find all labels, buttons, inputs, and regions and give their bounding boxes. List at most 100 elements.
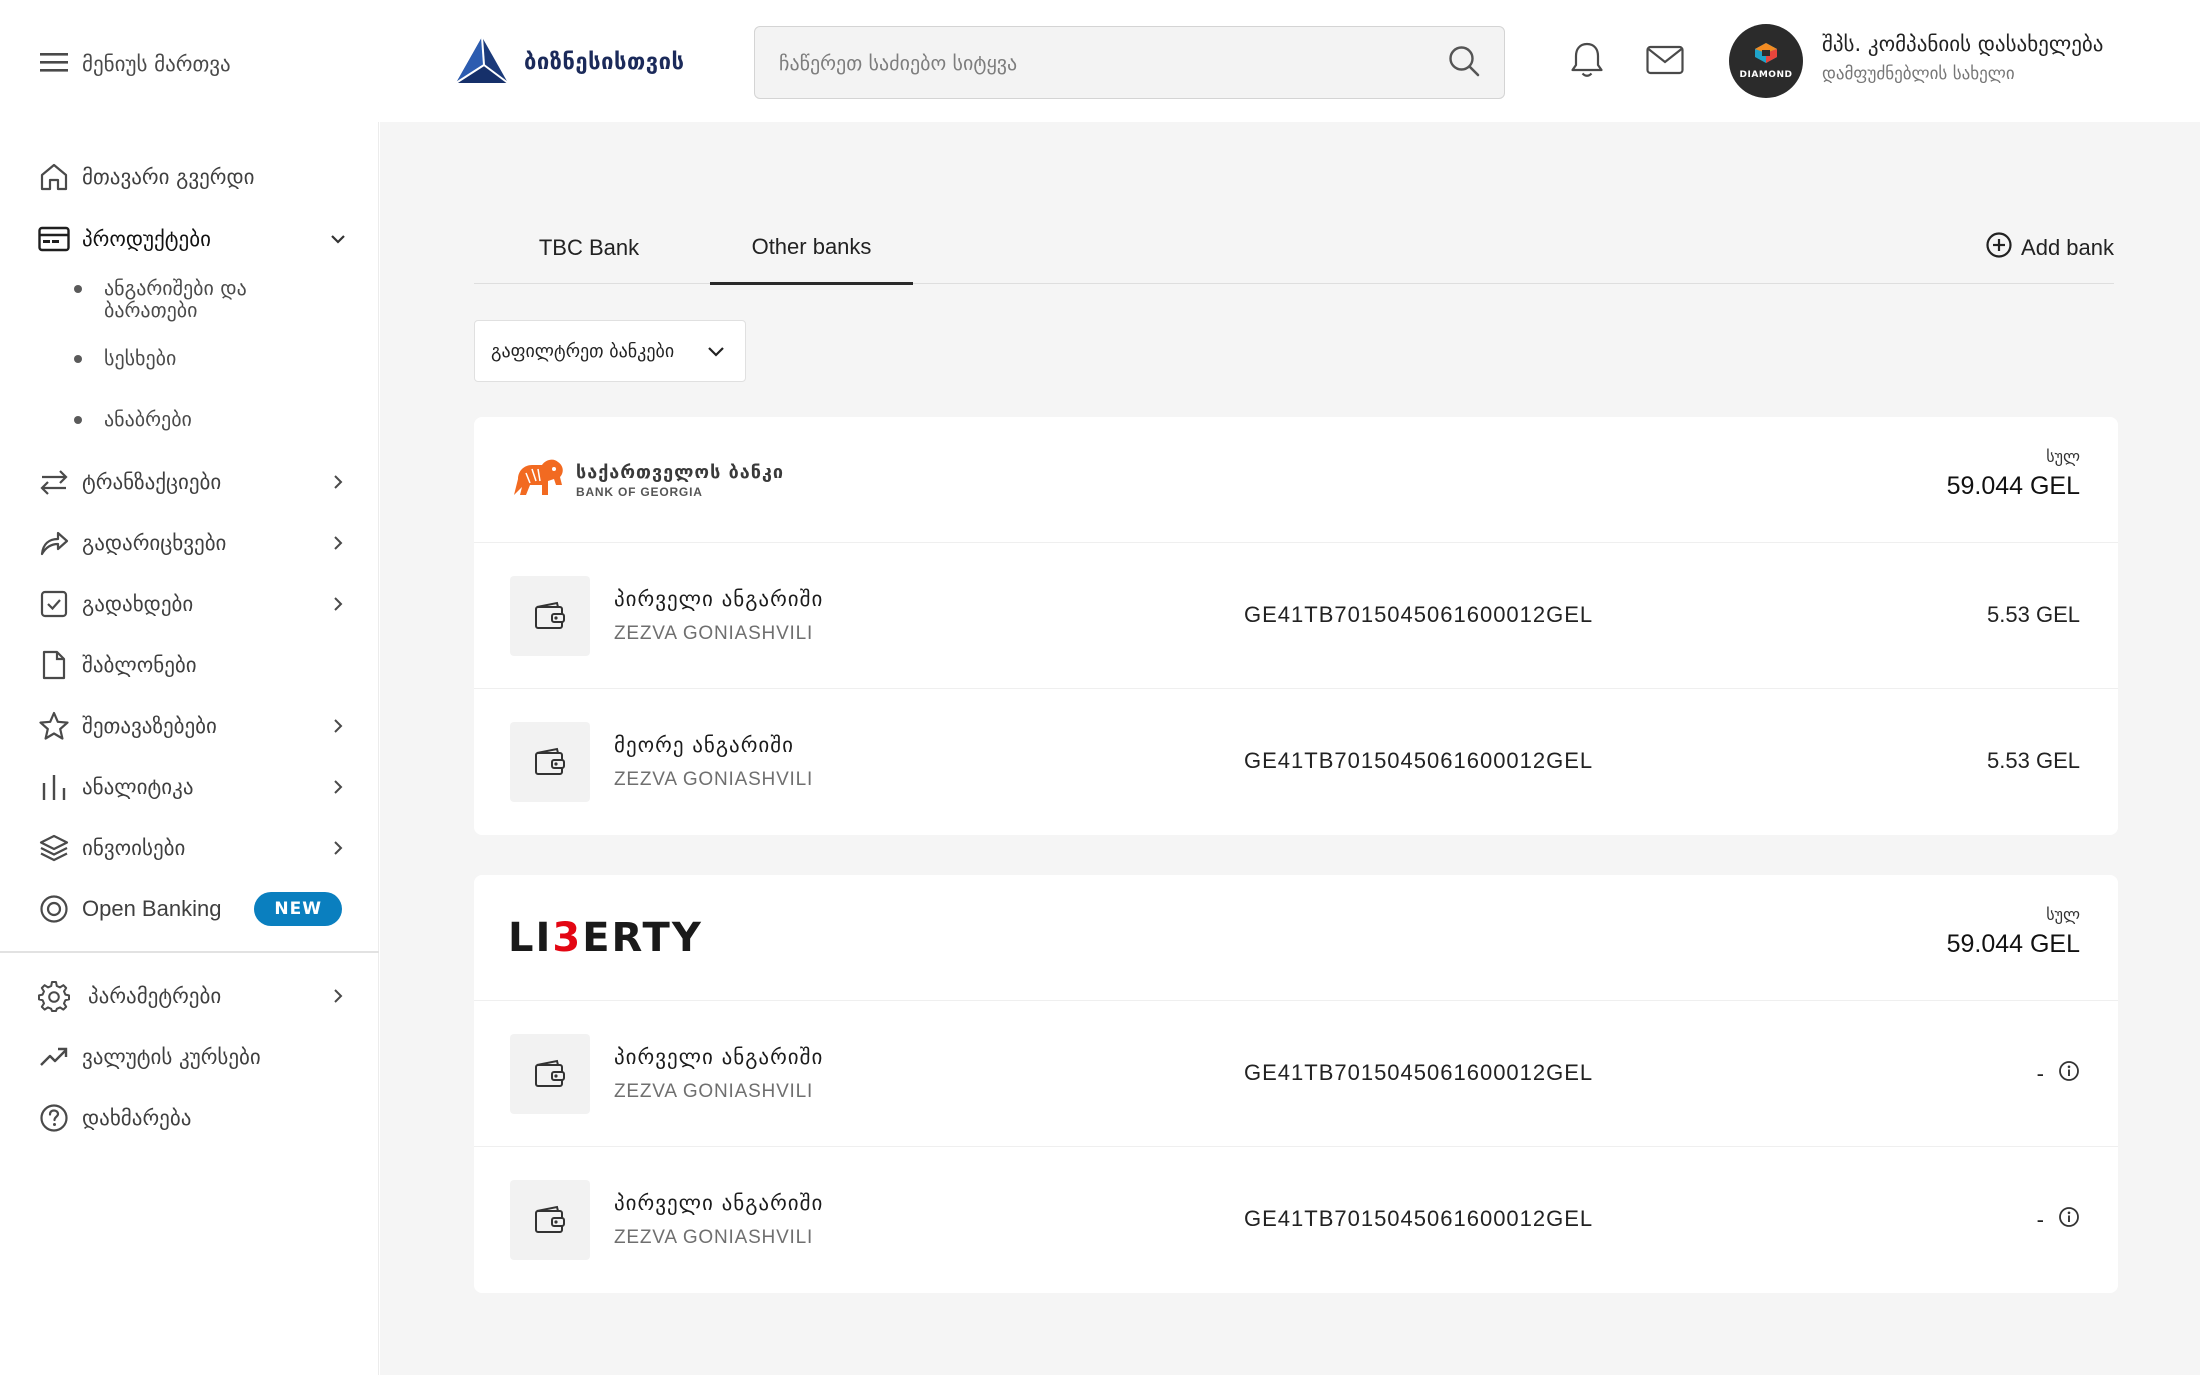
star-icon (38, 710, 70, 742)
search-icon[interactable] (1448, 45, 1480, 81)
gear-icon (38, 980, 70, 1012)
lion-icon (508, 457, 568, 503)
bank-card-header: LI3ERTY სულ 59.044 GEL (474, 875, 2118, 1001)
app-logo[interactable]: ბიზნესისთვის (454, 36, 685, 88)
account-amount-value: - (2036, 1207, 2044, 1232)
bullet-icon (74, 355, 82, 363)
account-owner: ZEZVA GONIASHVILI (614, 1081, 814, 1102)
account-iban: GE41TB7015045061600012GEL (1244, 748, 1594, 773)
sidebar-item-transactions[interactable]: ტრანზაქციები (38, 462, 348, 502)
total-value: 59.044 GEL (1946, 930, 2080, 958)
sidebar-item-help[interactable]: დახმარება (38, 1098, 348, 1138)
notifications-button[interactable] (1567, 42, 1607, 82)
liberty-logo: LI3ERTY (508, 875, 703, 1001)
sidebar-item-payments[interactable]: გადახდები (38, 584, 348, 624)
account-amount-value: - (2036, 1061, 2044, 1086)
chevron-right-icon (328, 472, 348, 492)
diamond-logo-icon (1753, 42, 1779, 68)
sidebar-item-label: დახმარება (82, 1106, 192, 1130)
sidebar-item-label: მთავარი გვერდი (82, 165, 255, 189)
sidebar-item-transfers[interactable]: გადარიცხვები (38, 523, 348, 563)
sidebar-item-label: პარამეტრები (88, 984, 222, 1008)
chevron-right-icon (328, 594, 348, 614)
account-owner: ZEZVA GONIASHVILI (614, 1227, 814, 1248)
account-amount-value: 5.53 GEL (1987, 748, 2080, 773)
hamburger-icon (40, 51, 68, 78)
wallet-icon (510, 1034, 590, 1114)
account-row[interactable]: პირველი ანგარიში ZEZVA GONIASHVILI GE41T… (474, 543, 2118, 689)
sidebar-item-products[interactable]: პროდუქტები (38, 219, 348, 259)
trend-up-icon (38, 1041, 70, 1073)
tab-tbc-bank[interactable]: TBC Bank (514, 212, 664, 284)
messages-button[interactable] (1645, 42, 1685, 82)
tab-other-banks[interactable]: Other banks (710, 212, 913, 285)
sidebar-item-offers[interactable]: შეთავაზებები (38, 706, 348, 746)
account-name: მეორე ანგარიში (614, 733, 795, 757)
sidebar-subitem-loans[interactable]: სესხები (72, 347, 342, 369)
bullet-icon (74, 285, 82, 293)
account-row[interactable]: პირველი ანგარიში ZEZVA GONIASHVILI GE41T… (474, 1147, 2118, 1293)
account-amount: 5.53 GEL (1987, 748, 2080, 774)
sidebar-item-label: შეთავაზებები (82, 714, 217, 738)
document-icon (38, 649, 70, 681)
bar-chart-icon (38, 771, 70, 803)
sidebar-item-exchange-rates[interactable]: ვალუტის კურსები (38, 1037, 348, 1077)
sidebar-item-settings[interactable]: პარამეტრები (38, 976, 348, 1016)
account-row[interactable]: მეორე ანგარიში ZEZVA GONIASHVILI GE41TB7… (474, 689, 2118, 835)
add-bank-label: Add bank (2021, 235, 2114, 260)
bog-logo: საქართველოს ბანკი BANK OF GEORGIA (508, 417, 784, 543)
account-owner: ZEZVA GONIASHVILI (614, 769, 814, 790)
sidebar-item-label: ანალიტიკა (82, 775, 194, 799)
total-value: 59.044 GEL (1946, 472, 2080, 500)
sidebar-item-label: Open Banking (82, 896, 222, 921)
sidebar-subitem-accounts-cards[interactable]: ანგარიშები და ბარათები (72, 277, 342, 321)
sidebar-item-open-banking[interactable]: Open Banking NEW (38, 889, 342, 929)
tab-label: Other banks (751, 234, 872, 259)
sidebar-item-templates[interactable]: შაბლონები (38, 645, 348, 685)
liberty-logo-part3: ERTY (582, 915, 703, 961)
layers-icon (38, 832, 70, 864)
total-label: სულ (2046, 447, 2080, 466)
sidebar-item-label: პროდუქტები (82, 227, 211, 251)
bog-name-ka: საქართველოს ბანკი (576, 461, 785, 483)
account-owner: ZEZVA GONIASHVILI (614, 623, 814, 644)
wallet-icon (510, 1180, 590, 1260)
tab-label: TBC Bank (538, 235, 640, 260)
search-bar[interactable] (754, 26, 1505, 99)
menu-toggle-label: მენიუს მართვა (82, 52, 231, 76)
arrows-swap-icon (38, 466, 70, 498)
bank-total: სულ 59.044 GEL (1947, 905, 2080, 959)
bank-card-bog: საქართველოს ბანკი BANK OF GEORGIA სულ 59… (474, 417, 2118, 835)
chevron-right-icon (328, 777, 348, 797)
sidebar-subitem-deposits[interactable]: ანაბრები (72, 408, 342, 430)
company-avatar[interactable]: DIAMOND (1729, 24, 1803, 98)
company-info[interactable]: შპს. კომპანიის დასახელება დამფუძნებლის ს… (1822, 32, 2103, 84)
bullet-icon (74, 416, 82, 424)
bank-card-header: საქართველოს ბანკი BANK OF GEORGIA სულ 59… (474, 417, 2118, 543)
add-bank-button[interactable]: Add bank (1985, 212, 2114, 284)
bank-filter-dropdown[interactable]: გაფილტრეთ ბანკები (474, 320, 746, 382)
sidebar-item-invoices[interactable]: ინვოისები (38, 828, 348, 868)
sidebar-divider (0, 951, 379, 953)
target-icon (38, 893, 70, 925)
bog-name-en: BANK OF GEORGIA (576, 484, 703, 499)
account-amount: - (2037, 1060, 2080, 1088)
sidebar-subitem-label: ანგარიშები და ბარათები (104, 276, 247, 322)
account-amount: 5.53 GEL (1987, 602, 2080, 628)
sidebar-item-home[interactable]: მთავარი გვერდი (38, 157, 348, 197)
chevron-right-icon (328, 986, 348, 1006)
card-icon (38, 223, 70, 255)
wallet-icon (510, 722, 590, 802)
top-bar: მენიუს მართვა ბიზნესისთვის ჩაწერეთ საძიე… (0, 0, 2200, 122)
logo-text: ბიზნესისთვის (524, 49, 685, 75)
search-input[interactable] (779, 50, 1448, 75)
info-icon[interactable] (2058, 1206, 2080, 1234)
info-icon[interactable] (2058, 1060, 2080, 1088)
sidebar-subitem-label: სესხები (104, 346, 177, 370)
wallet-icon (510, 576, 590, 656)
sidebar-item-analytics[interactable]: ანალიტიკა (38, 767, 348, 807)
account-amount: - (2037, 1206, 2080, 1234)
bell-icon (1570, 41, 1604, 83)
account-row[interactable]: პირველი ანგარიში ZEZVA GONIASHVILI GE41T… (474, 1001, 2118, 1147)
menu-toggle-button[interactable]: მენიუს მართვა (40, 46, 231, 82)
